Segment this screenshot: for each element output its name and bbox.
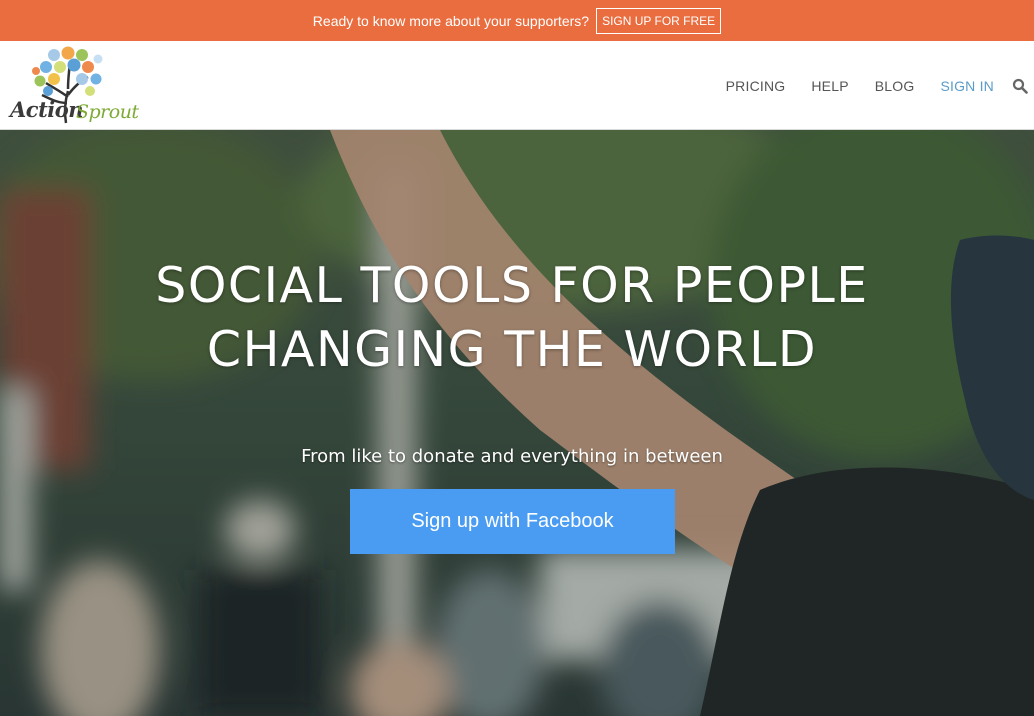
hero-title-line-2: CHANGING THE WORLD xyxy=(206,321,818,378)
promo-text: Ready to know more about your supporters… xyxy=(312,12,590,29)
sign-up-free-button[interactable]: SIGN UP FOR FREE xyxy=(596,7,722,34)
nav-sign-in[interactable]: SIGN IN xyxy=(940,78,994,94)
main-nav: PRICING HELP BLOG SIGN IN xyxy=(726,41,1034,130)
logo-wordmark-action: Action xyxy=(10,97,84,122)
nav-help[interactable]: HELP xyxy=(811,78,848,94)
hero-section: SOCIAL TOOLS FOR PEOPLE CHANGING THE WOR… xyxy=(0,130,1034,716)
hero-title-line-1: SOCIAL TOOLS FOR PEOPLE xyxy=(155,257,869,314)
hero-subtitle: From like to donate and everything in be… xyxy=(301,446,723,467)
hero-title: SOCIAL TOOLS FOR PEOPLE CHANGING THE WOR… xyxy=(0,254,1024,382)
actionsprout-logo[interactable]: Action Sprout xyxy=(8,45,148,129)
sign-up-with-facebook-button[interactable]: Sign up with Facebook xyxy=(350,489,675,554)
search-icon[interactable] xyxy=(1012,78,1028,94)
nav-blog[interactable]: BLOG xyxy=(875,78,915,94)
promo-bar: Ready to know more about your supporters… xyxy=(0,0,1034,41)
nav-pricing[interactable]: PRICING xyxy=(726,78,786,94)
logo-wordmark-sprout: Sprout xyxy=(76,101,139,123)
site-header: Action Sprout PRICING HELP BLOG SIGN IN xyxy=(0,41,1034,130)
hero-background-image xyxy=(0,130,1034,716)
